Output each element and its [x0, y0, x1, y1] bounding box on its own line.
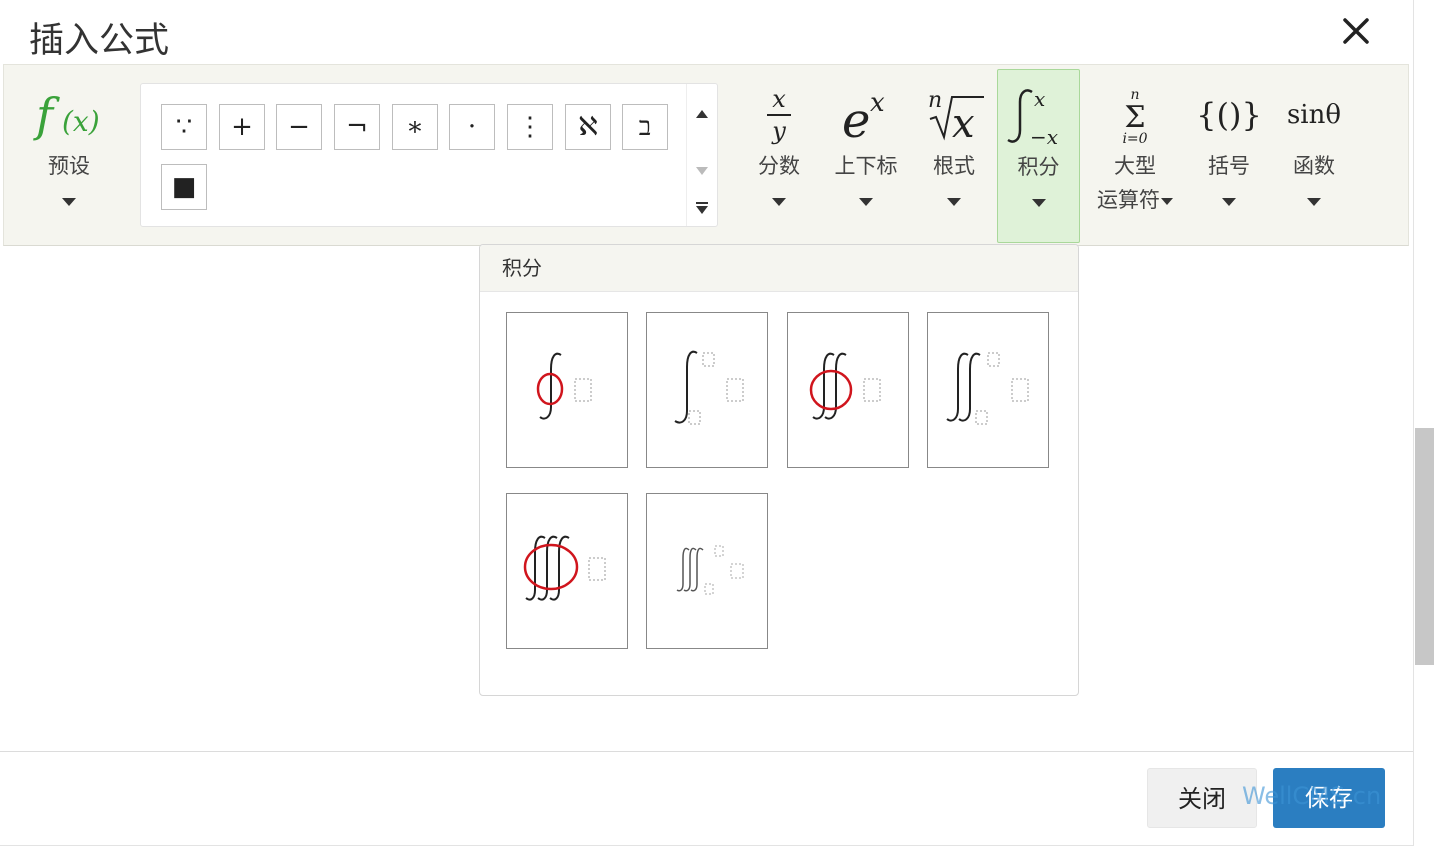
- symbol-beth[interactable]: ב: [622, 104, 668, 150]
- palette-scrollbar[interactable]: [686, 84, 717, 226]
- bracket-tool[interactable]: {()} 括号: [1193, 65, 1265, 245]
- fraction-caret-icon: [772, 198, 786, 206]
- radical-caret-icon: [947, 198, 961, 206]
- radical-tool[interactable]: n x 根式: [918, 65, 990, 245]
- integral-tool[interactable]: x −x 积分: [997, 69, 1080, 243]
- symbol-dot[interactable]: ·: [449, 104, 495, 150]
- close-icon[interactable]: [1339, 14, 1373, 48]
- symbol-vdots[interactable]: ⋮: [507, 104, 553, 150]
- function-caret-icon: [1307, 198, 1321, 206]
- integral-panel: 积分: [479, 244, 1079, 696]
- bracket-icon: {()}: [1196, 96, 1262, 134]
- symbol-because[interactable]: ∵: [161, 104, 207, 150]
- svg-text:n: n: [928, 88, 942, 113]
- superscript-icon: e x: [828, 83, 904, 149]
- integral-caret-icon: [1031, 199, 1046, 207]
- triple-contour-integral-option[interactable]: [506, 493, 628, 649]
- script-caret-icon: [859, 198, 873, 206]
- integral-panel-title: 积分: [480, 245, 1078, 292]
- close-button[interactable]: 关闭: [1147, 768, 1257, 828]
- fraction-tool[interactable]: x y 分数: [744, 65, 814, 245]
- scroll-down-icon[interactable]: [696, 167, 708, 175]
- symbol-plus[interactable]: +: [219, 104, 265, 150]
- function-label: 函数: [1293, 154, 1335, 178]
- symbol-asterisk[interactable]: ∗: [392, 104, 438, 150]
- large-operator-caret-icon: [1161, 197, 1173, 205]
- svg-text:x: x: [952, 101, 975, 147]
- scroll-more-icon[interactable]: [696, 206, 708, 214]
- script-tool[interactable]: e x 上下标: [828, 65, 904, 245]
- preset-label: 预设: [48, 154, 90, 178]
- svg-text:Σ: Σ: [1124, 100, 1145, 135]
- preset-caret-icon: [62, 198, 76, 206]
- contour-integral-option[interactable]: [506, 312, 628, 468]
- large-operator-label-1: 大型: [1114, 154, 1156, 178]
- fx-icon: f (x): [24, 83, 114, 147]
- bracket-caret-icon: [1222, 198, 1236, 206]
- svg-text:e: e: [842, 93, 870, 147]
- double-integral-option[interactable]: [927, 312, 1049, 468]
- fraction-icon: x y: [744, 83, 814, 147]
- fraction-label: 分数: [758, 154, 800, 178]
- script-label: 上下标: [834, 154, 898, 178]
- symbol-not[interactable]: ¬: [334, 104, 380, 150]
- bracket-label: 括号: [1208, 154, 1250, 178]
- dialog-title: 插入公式: [29, 21, 170, 61]
- footer-divider: [0, 751, 1413, 752]
- symbol-palette: ∵ + − ¬ ∗ · ⋮ ℵ ב ■: [140, 83, 718, 227]
- integral-icon: x −x: [998, 84, 1079, 149]
- page-scrollbar-thumb[interactable]: [1415, 428, 1434, 665]
- svg-text:i=0: i=0: [1122, 131, 1147, 147]
- scroll-up-icon[interactable]: [696, 110, 708, 118]
- sum-icon: n Σ i=0: [1090, 83, 1180, 147]
- svg-text:f: f: [33, 88, 60, 142]
- insert-formula-dialog: 插入公式 f (x) 预设 ∵ + − ¬ ∗ · ⋮ ℵ ב ■ x y 分数…: [0, 0, 1414, 846]
- svg-text:y: y: [771, 117, 786, 145]
- integral-label: 积分: [1017, 155, 1060, 179]
- symbol-black-square[interactable]: ■: [161, 164, 207, 210]
- symbol-aleph[interactable]: ℵ: [565, 104, 611, 150]
- formula-toolbar: f (x) 预设 ∵ + − ¬ ∗ · ⋮ ℵ ב ■ x y 分数 e x …: [3, 64, 1409, 246]
- double-contour-integral-option[interactable]: [787, 312, 909, 468]
- radical-label: 根式: [933, 154, 975, 178]
- sin-icon: sinθ: [1286, 100, 1342, 130]
- svg-text:x: x: [772, 85, 786, 113]
- definite-integral-option[interactable]: [646, 312, 768, 468]
- triple-integral-option[interactable]: [646, 493, 768, 649]
- large-operator-label-2: 运算符: [1090, 187, 1180, 213]
- svg-text:x: x: [1034, 87, 1045, 111]
- symbol-minus[interactable]: −: [276, 104, 322, 150]
- watermark: WellCMS.cn: [1242, 782, 1382, 810]
- svg-text:−x: −x: [1030, 125, 1058, 148]
- function-tool[interactable]: sinθ 函数: [1274, 65, 1354, 245]
- scroll-more-bar: [696, 202, 708, 204]
- svg-text:x: x: [870, 88, 885, 118]
- preset-tool[interactable]: f (x) 预设: [24, 65, 114, 245]
- root-icon: n x: [918, 83, 990, 147]
- svg-text:(x): (x): [62, 105, 100, 138]
- large-operator-tool[interactable]: n Σ i=0 大型 运算符: [1090, 65, 1180, 245]
